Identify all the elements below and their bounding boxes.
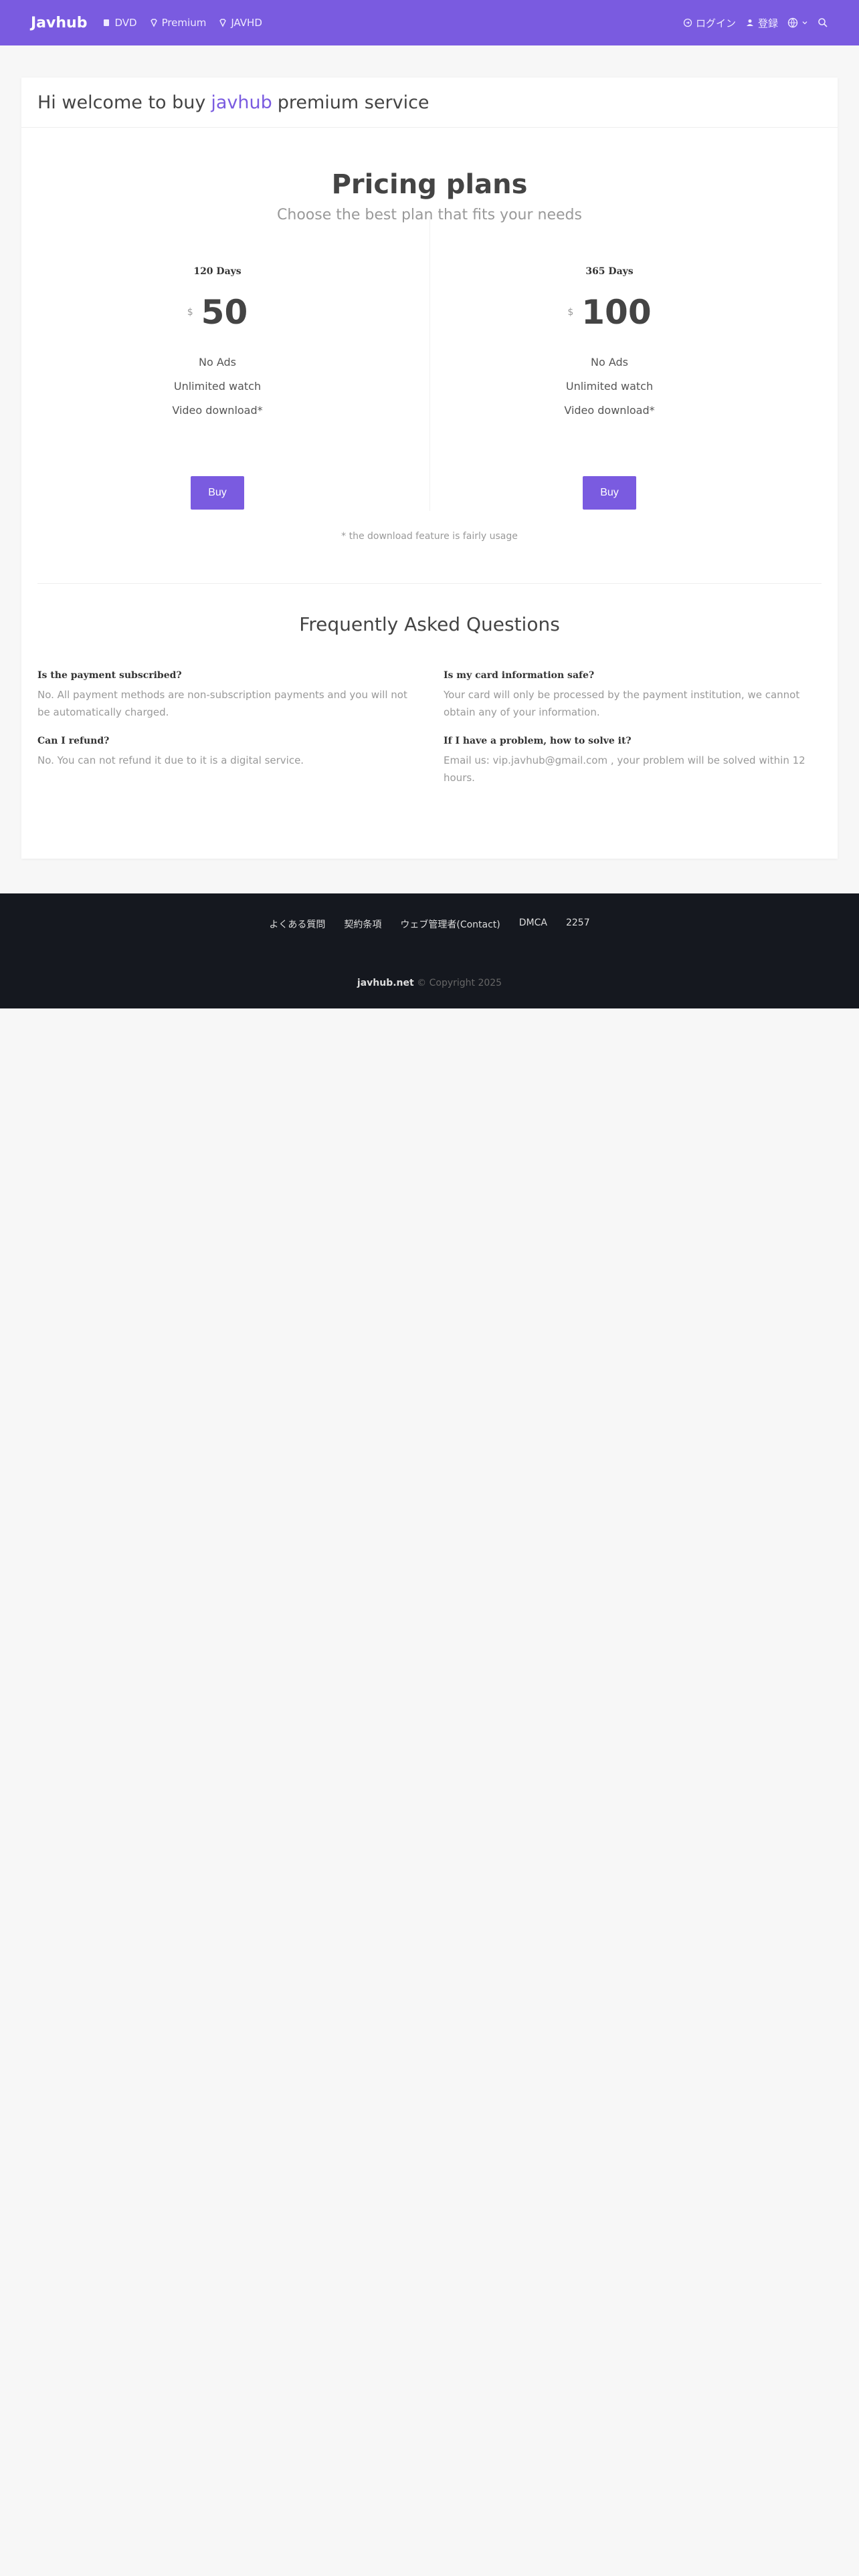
nav-link-label: DVD	[114, 17, 137, 29]
faq-question: Is the payment subscribed?	[37, 670, 182, 681]
user-add-icon	[745, 18, 755, 27]
faq-answer: Your card will only be processed by the …	[444, 689, 800, 718]
faq-question: Is my card information safe?	[444, 670, 595, 681]
plan-days: 365 Days	[585, 266, 634, 277]
footer-link-faq[interactable]: よくある質問	[269, 918, 325, 931]
buy-button-120[interactable]: Buy	[191, 476, 244, 510]
faq-title: Frequently Asked Questions	[299, 613, 560, 635]
feature-item: No Ads	[199, 356, 236, 368]
search-button[interactable]	[818, 17, 828, 28]
footer-link-dmca[interactable]: DMCA	[519, 918, 547, 931]
plan-features: No Ads Unlimited watch Video download*	[413, 350, 805, 423]
login-label: ログイン	[695, 17, 736, 29]
footer-link-2257[interactable]: 2257	[566, 918, 590, 931]
nav-link-javhd[interactable]: JAVHD	[218, 17, 262, 29]
footer-site-name[interactable]: javhub.net	[357, 978, 414, 988]
price-amount: 50	[201, 293, 248, 332]
diamond-icon	[149, 18, 159, 27]
currency-symbol: $	[187, 307, 193, 318]
plan-price: $ 50	[21, 293, 413, 332]
footer-links: よくある質問 契約条項 ウェブ管理者(Contact) DMCA 2257	[0, 918, 859, 931]
welcome-prefix: Hi welcome to buy	[37, 92, 206, 113]
globe-icon	[787, 17, 798, 28]
plan-card-365: 365 Days $ 100 No Ads Unlimited watch Vi…	[413, 223, 805, 510]
feature-item: Video download*	[564, 404, 655, 417]
faq-item: Is my card information safe? Your card w…	[444, 670, 822, 721]
search-icon	[818, 17, 828, 28]
plans-container: 120 Days $ 50 No Ads Unlimited watch Vid…	[21, 217, 838, 531]
faq-question: If I have a problem, how to solve it?	[444, 736, 632, 746]
nav-link-premium[interactable]: Premium	[149, 17, 207, 29]
login-link[interactable]: ログイン	[683, 16, 736, 30]
pricing-card: Hi welcome to buy javhub premium service…	[21, 78, 838, 859]
faq-item: If I have a problem, how to solve it? Em…	[444, 736, 822, 786]
faq-answer: Email us: vip.javhub@gmail.com , your pr…	[444, 754, 805, 784]
price-amount: 100	[581, 293, 652, 332]
feature-item: Video download*	[172, 404, 263, 417]
footer-link-contact[interactable]: ウェブ管理者(Contact)	[400, 918, 500, 931]
welcome-brand: javhub	[211, 92, 272, 113]
login-icon	[683, 18, 692, 27]
plan-price: $ 100	[413, 293, 805, 332]
nav-link-label: Premium	[161, 17, 207, 29]
brand-logo[interactable]: Javhub	[31, 15, 87, 31]
welcome-header: Hi welcome to buy javhub premium service	[21, 78, 838, 128]
faq-item: Can I refund? No. You can not refund it …	[37, 736, 415, 786]
diamond-icon	[218, 18, 227, 27]
copyright-text: © Copyright 2025	[417, 978, 502, 988]
currency-symbol: $	[567, 307, 574, 318]
footer-link-terms[interactable]: 契約条項	[344, 918, 381, 931]
plan-days: 120 Days	[193, 266, 242, 277]
faq-list: Is the payment subscribed? No. All payme…	[21, 670, 838, 786]
feature-item: Unlimited watch	[565, 380, 654, 393]
faq-answer: No. All payment methods are non-subscrip…	[37, 689, 407, 718]
register-label: 登録	[757, 17, 778, 29]
faq-item: Is the payment subscribed? No. All payme…	[37, 670, 415, 721]
top-navbar: Javhub DVD Premium JAVHD ログイン 登録	[0, 0, 859, 45]
download-note: * the download feature is fairly usage	[341, 531, 518, 542]
site-footer: よくある質問 契約条項 ウェブ管理者(Contact) DMCA 2257 ja…	[0, 893, 859, 1008]
register-link[interactable]: 登録	[745, 16, 778, 30]
nav-link-label: JAVHD	[231, 17, 262, 29]
plan-card-120: 120 Days $ 50 No Ads Unlimited watch Vid…	[21, 223, 413, 510]
chevron-down-icon	[801, 19, 808, 26]
section-divider	[37, 583, 822, 584]
copyright: javhub.net © Copyright 2025	[0, 978, 859, 988]
plan-features: No Ads Unlimited watch Video download*	[21, 350, 413, 423]
language-selector[interactable]	[787, 17, 808, 28]
faq-answer: No. You can not refund it due to it is a…	[37, 754, 304, 766]
buy-button-365[interactable]: Buy	[583, 476, 636, 510]
pricing-title: Pricing plans	[331, 169, 528, 200]
feature-item: Unlimited watch	[173, 380, 262, 393]
dvd-icon	[102, 18, 111, 27]
nav-link-dvd[interactable]: DVD	[102, 17, 137, 29]
feature-item: No Ads	[591, 356, 628, 368]
faq-question: Can I refund?	[37, 736, 110, 746]
welcome-suffix: premium service	[277, 92, 430, 113]
